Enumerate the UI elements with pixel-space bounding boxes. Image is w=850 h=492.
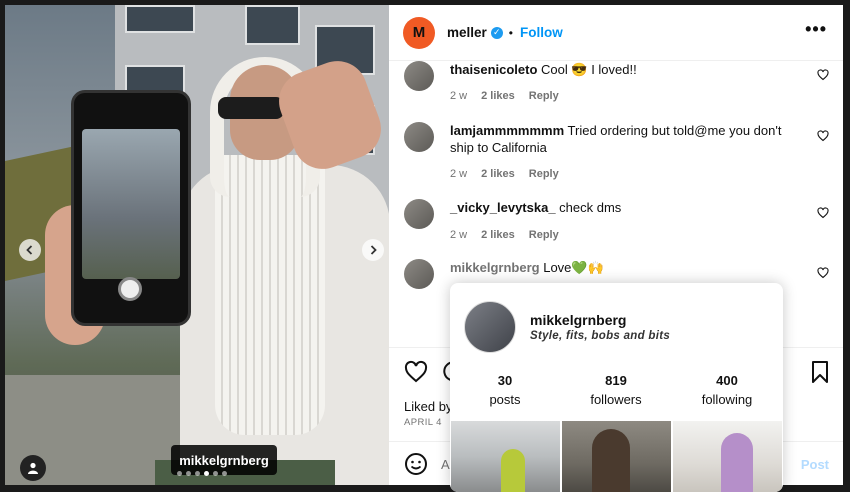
comment-username[interactable]: mikkelgrnberg <box>450 260 540 275</box>
reply-button[interactable]: Reply <box>529 90 559 102</box>
shutter-button <box>118 277 142 301</box>
comment-likes[interactable]: 2 likes <box>481 229 515 241</box>
hover-card-bio: Style, fits, bobs and bits <box>530 330 671 342</box>
comment-username[interactable]: lamjammmmmmm <box>450 123 564 138</box>
stat-label: following <box>701 392 753 407</box>
add-comment-input[interactable]: A <box>441 457 450 472</box>
comment-age: 2 w <box>450 90 468 102</box>
carousel-dot <box>195 471 200 476</box>
person-icon <box>28 462 38 474</box>
previous-slide-button[interactable] <box>19 239 41 261</box>
heart-icon[interactable] <box>817 207 829 219</box>
comment-item: thaisenicoleto Cool 😎 I loved!! 2 w 2 li… <box>404 61 829 111</box>
profile-post-thumbnail[interactable] <box>673 421 782 492</box>
comment-text: check dms <box>559 200 622 215</box>
comment-age: 2 w <box>450 229 468 241</box>
post-header: M meller ✓ • Follow ••• <box>389 5 843 61</box>
comment-likes[interactable]: 2 likes <box>481 90 515 102</box>
comment-username[interactable]: thaisenicoleto <box>450 62 537 77</box>
heart-icon[interactable] <box>817 267 829 279</box>
comment-username[interactable]: _vicky_levytska_ <box>450 200 556 215</box>
follow-button[interactable]: Follow <box>520 25 563 40</box>
carousel-dot-active <box>204 471 209 476</box>
carousel-dot <box>213 471 218 476</box>
carousel-dot <box>222 471 227 476</box>
stat-label: followers <box>590 392 642 407</box>
smartphone <box>71 90 191 326</box>
comment-meta: 2 w 2 likes Reply <box>450 168 559 180</box>
bookmark-icon[interactable] <box>808 360 832 384</box>
comment-item: _vicky_levytska_ check dms 2 w 2 likes R… <box>404 199 829 249</box>
comment-item: lamjammmmmmm Tried ordering but told@me … <box>404 122 829 182</box>
comment-meta: 2 w 2 likes Reply <box>450 229 559 241</box>
post-comment-button[interactable]: Post <box>801 457 829 472</box>
comment-text: Love💚🙌 <box>543 260 604 275</box>
carousel-dots <box>177 471 227 476</box>
commenter-avatar[interactable] <box>404 259 434 289</box>
carousel-dot <box>177 471 182 476</box>
profile-post-thumbnail[interactable] <box>562 421 671 492</box>
stat-followers: 819 followers <box>561 373 671 407</box>
commenter-avatar[interactable] <box>404 199 434 229</box>
comment-age: 2 w <box>450 168 468 180</box>
next-slide-button[interactable] <box>362 239 384 261</box>
sunglasses <box>218 97 284 119</box>
comment-body: _vicky_levytska_ check dms <box>450 199 800 216</box>
account-username[interactable]: meller <box>447 25 487 40</box>
separator-dot: • <box>508 25 513 40</box>
comment-meta: 2 w 2 likes Reply <box>450 90 559 102</box>
post-photo[interactable]: mikkelgrnberg <box>5 5 389 485</box>
comment-body: mikkelgrnberg Love💚🙌 <box>450 259 800 276</box>
chevron-right-icon <box>370 245 377 255</box>
liked-by-text[interactable]: Liked by <box>404 399 452 414</box>
hover-card-avatar[interactable] <box>464 301 516 353</box>
stat-posts: 30 posts <box>450 373 560 407</box>
comment-body: thaisenicoleto Cool 😎 I loved!! <box>450 61 800 78</box>
emoji-icon[interactable] <box>404 452 428 476</box>
comment-text: Cool 😎 I loved!! <box>541 62 637 77</box>
account-avatar[interactable]: M <box>403 16 435 49</box>
heart-icon[interactable] <box>817 69 829 81</box>
stat-value: 819 <box>605 373 627 388</box>
reply-button[interactable]: Reply <box>529 229 559 241</box>
tagged-users-button[interactable] <box>20 455 46 481</box>
comment-likes[interactable]: 2 likes <box>481 168 515 180</box>
comment-body: lamjammmmmmm Tried ordering but told@me … <box>450 122 800 156</box>
instagram-post-modal: mikkelgrnberg M meller ✓ • Follow ••• th… <box>0 0 850 492</box>
chevron-left-icon <box>26 245 33 255</box>
stat-label: posts <box>489 392 521 407</box>
hover-card-username[interactable]: mikkelgrnberg <box>530 312 626 328</box>
post-date: APRIL 4 <box>404 417 442 428</box>
fringed-scarf <box>215 155 325 435</box>
profile-hover-card: mikkelgrnberg Style, fits, bobs and bits… <box>450 283 783 492</box>
verified-badge-icon: ✓ <box>490 26 503 39</box>
more-options-icon[interactable]: ••• <box>805 19 827 40</box>
heart-icon[interactable] <box>817 130 829 142</box>
stat-value: 400 <box>716 373 738 388</box>
stat-value: 30 <box>497 373 513 388</box>
stat-following: 400 following <box>672 373 782 407</box>
profile-post-thumbnail[interactable] <box>451 421 560 492</box>
like-heart-icon[interactable] <box>404 360 428 384</box>
carousel-dot <box>186 471 191 476</box>
commenter-avatar[interactable] <box>404 61 434 91</box>
commenter-avatar[interactable] <box>404 122 434 152</box>
phone-screen <box>82 129 180 279</box>
reply-button[interactable]: Reply <box>529 168 559 180</box>
